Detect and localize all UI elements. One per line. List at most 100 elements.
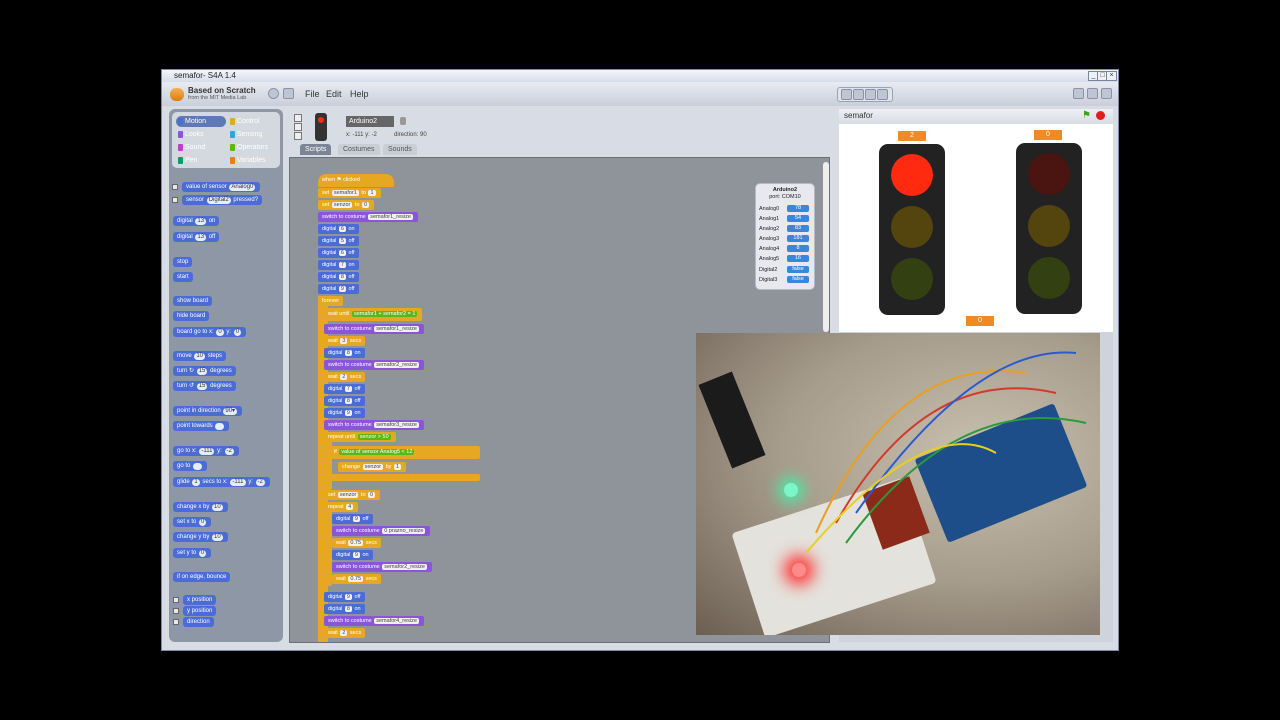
category-control[interactable]: Control <box>228 116 278 127</box>
block-turn-left[interactable]: turn ↺ 15 degrees <box>173 381 236 391</box>
block-forever[interactable]: forever <box>318 296 344 306</box>
tab-costumes[interactable]: Costumes <box>338 144 380 155</box>
block-switch-costume[interactable]: switch to costume semafor4_resize <box>324 616 424 626</box>
grow-icon[interactable] <box>865 89 876 100</box>
category-variables[interactable]: Variables <box>228 155 278 166</box>
menu-edit[interactable]: Edit <box>326 89 342 99</box>
block-direction[interactable]: direction <box>173 617 214 627</box>
block-go-to-xy[interactable]: go to x: -111 y: -2 <box>173 446 239 456</box>
block-if-on-edge[interactable]: if on edge, bounce <box>173 572 231 582</box>
checkbox[interactable] <box>173 619 179 625</box>
block-point-in-direction[interactable]: point in direction 90▾ <box>173 406 243 416</box>
block-switch-costume[interactable]: switch to costume semafor3_resize <box>324 420 424 430</box>
category-operators[interactable]: Operators <box>228 142 278 153</box>
block-digital[interactable]: digital 9 off <box>318 284 359 294</box>
category-sensing[interactable]: Sensing <box>228 129 278 140</box>
block-wait[interactable]: wait 3 secs <box>324 336 366 346</box>
save-icon[interactable] <box>283 88 294 99</box>
stage[interactable]: 2 0 0 <box>839 124 1113 332</box>
category-motion[interactable]: Motion <box>176 116 226 127</box>
block-change-y[interactable]: change y by 10 <box>173 532 228 542</box>
rotate-style-icon[interactable] <box>294 114 302 122</box>
target-dropdown[interactable] <box>215 423 225 430</box>
checkbox[interactable] <box>172 197 178 203</box>
block-hide-board[interactable]: hide board <box>173 311 210 321</box>
category-looks[interactable]: Looks <box>176 129 226 140</box>
block-value-of-sensor[interactable]: value of sensor Analog0 <box>172 182 261 192</box>
block-change-x[interactable]: change x by 10 <box>173 502 228 512</box>
block-switch-costume[interactable]: switch to costume semafor1_resize <box>318 212 418 222</box>
hat-block-when-flag-clicked[interactable]: when ⚑ clicked <box>318 174 394 187</box>
tab-scripts[interactable]: Scripts <box>300 144 332 155</box>
block-digital[interactable]: digital 6 on <box>318 224 359 234</box>
block-wait-until[interactable]: wait until semafor1 + semafor2 = 1 <box>324 308 423 321</box>
target-dropdown[interactable] <box>193 463 203 470</box>
sprite-name-field[interactable]: Arduino2 <box>346 116 394 127</box>
block-glide[interactable]: glide 1 secs to x: -111 y: -2 <box>173 477 270 487</box>
lock-icon[interactable] <box>400 117 406 125</box>
block-digital[interactable]: digital 9 off <box>332 514 373 524</box>
shrink-icon[interactable] <box>877 89 888 100</box>
category-sound[interactable]: Sound <box>176 142 226 153</box>
block-wait[interactable]: wait 0.75 secs <box>332 538 381 548</box>
block-set-senzor[interactable]: set senzor to 0 <box>318 200 375 210</box>
block-digital[interactable]: digital 7 off <box>324 384 365 394</box>
block-switch-costume[interactable]: switch to costume 0 prazno_resize <box>332 526 431 536</box>
block-digital-off[interactable]: digital 13 off <box>173 232 220 242</box>
block-digital[interactable]: digital 8 off <box>324 396 365 406</box>
block-digital[interactable]: digital 9 off <box>324 592 365 602</box>
green-flag-icon[interactable]: ⚑ <box>1082 111 1091 121</box>
small-stage-icon[interactable] <box>1073 88 1084 99</box>
arduino-sensor-board[interactable]: Arduino2 port: COM10 Analog0 78 Analog1 54… <box>755 183 815 290</box>
block-set-semafor1[interactable]: set semafor1 to 1 <box>318 188 381 198</box>
presentation-icon[interactable] <box>1101 88 1112 99</box>
tab-sounds[interactable]: Sounds <box>383 144 417 155</box>
block-if[interactable]: if value of sensor Analog5 < 12 <box>330 446 480 459</box>
checkbox[interactable] <box>173 608 179 614</box>
scripts-scrollbar[interactable] <box>823 162 829 332</box>
no-rotate-icon[interactable] <box>294 132 302 140</box>
block-x-position[interactable]: x position <box>173 595 217 605</box>
block-digital[interactable]: digital 8 on <box>324 604 365 614</box>
block-switch-costume[interactable]: switch to costume semafor1_resize <box>324 324 424 334</box>
block-move[interactable]: move 10 steps <box>173 351 227 361</box>
block-go-to[interactable]: go to <box>173 461 208 471</box>
block-board-go-to[interactable]: board go to x: 0 y: 0 <box>173 327 247 337</box>
block-point-towards[interactable]: point towards <box>173 421 230 431</box>
block-start[interactable]: start <box>173 272 193 282</box>
block-repeat[interactable]: repeat 4 <box>324 502 359 512</box>
block-wait[interactable]: wait 2 secs <box>324 372 366 382</box>
block-switch-costume[interactable]: switch to costume semafor2_resize <box>324 360 424 370</box>
checkbox[interactable] <box>172 184 178 190</box>
block-switch-costume[interactable]: switch to costume semafor2_resize <box>332 562 432 572</box>
block-change-senzor[interactable]: change senzor by 1 <box>338 462 407 472</box>
flip-style-icon[interactable] <box>294 123 302 131</box>
block-stop[interactable]: stop <box>173 257 193 267</box>
close-button[interactable]: × <box>1106 71 1117 81</box>
block-set-y[interactable]: set y to 0 <box>173 548 212 558</box>
normal-stage-icon[interactable] <box>1087 88 1098 99</box>
menu-file[interactable]: File <box>305 89 320 99</box>
globe-icon[interactable] <box>268 88 279 99</box>
block-show-board[interactable]: show board <box>173 296 213 306</box>
block-set-senzor[interactable]: set senzor to 0 <box>324 490 381 500</box>
block-y-position[interactable]: y position <box>173 606 217 616</box>
block-wait[interactable]: wait 2 secs <box>324 628 366 638</box>
block-sensor-pressed[interactable]: sensor Digital2 pressed? <box>172 195 263 205</box>
block-wait[interactable]: wait 0.75 secs <box>332 574 381 584</box>
menu-help[interactable]: Help <box>350 89 369 99</box>
block-digital[interactable]: digital 9 on <box>324 408 365 418</box>
stop-sign-icon[interactable] <box>1096 111 1105 120</box>
checkbox[interactable] <box>173 597 179 603</box>
block-digital[interactable]: digital 7 on <box>318 260 359 270</box>
scissors-icon[interactable] <box>853 89 864 100</box>
block-digital[interactable]: digital 8 on <box>324 348 365 358</box>
block-turn-right[interactable]: turn ↻ 15 degrees <box>173 366 236 376</box>
block-digital[interactable]: digital 9 on <box>332 550 373 560</box>
category-pen[interactable]: Pen <box>176 155 226 166</box>
block-set-x[interactable]: set x to 0 <box>173 517 212 527</box>
block-digital-on[interactable]: digital 13 on <box>173 216 220 226</box>
stamp-icon[interactable] <box>841 89 852 100</box>
block-digital[interactable]: digital 5 off <box>318 236 359 246</box>
block-repeat-until[interactable]: repeat until senzor > 50 <box>324 432 396 442</box>
